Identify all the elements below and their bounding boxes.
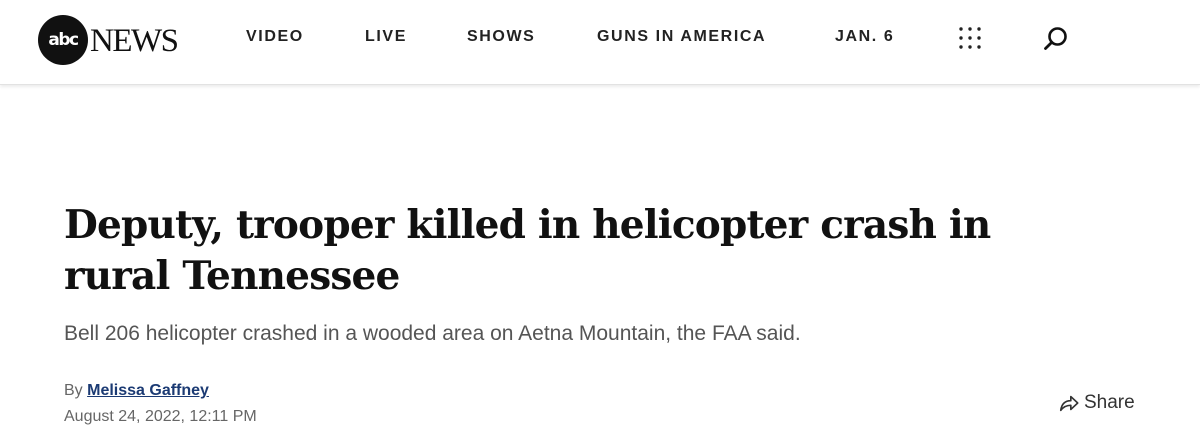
publish-date: August 24, 2022, 12:11 PM (64, 408, 257, 425)
abc-news-logo[interactable]: abc NEWS (38, 14, 179, 66)
share-button[interactable]: Share (1058, 392, 1135, 414)
logo-badge: abc (38, 15, 88, 65)
byline: By Melissa Gaffney (64, 382, 209, 400)
logo-wordmark: NEWS (90, 22, 179, 59)
article-subheadline: Bell 206 helicopter crashed in a wooded … (64, 322, 801, 345)
nav-item-guns-in-america[interactable]: GUNS IN AMERICA (597, 28, 766, 46)
nav-item-live[interactable]: LIVE (365, 28, 407, 46)
share-arrow-icon (1059, 395, 1079, 412)
search-icon[interactable] (1042, 25, 1070, 53)
site-header: abc NEWS VIDEO LIVE SHOWS GUNS IN AMERIC… (0, 0, 1200, 85)
grid-menu-icon[interactable] (958, 26, 982, 50)
byline-prefix: By (64, 382, 83, 399)
share-label: Share (1084, 392, 1135, 413)
nav-item-video[interactable]: VIDEO (246, 28, 304, 46)
author-link[interactable]: Melissa Gaffney (87, 382, 209, 399)
nav-item-shows[interactable]: SHOWS (467, 28, 535, 46)
article-headline: Deputy, trooper killed in helicopter cra… (64, 202, 991, 299)
nav-item-jan-6[interactable]: JAN. 6 (835, 28, 894, 46)
